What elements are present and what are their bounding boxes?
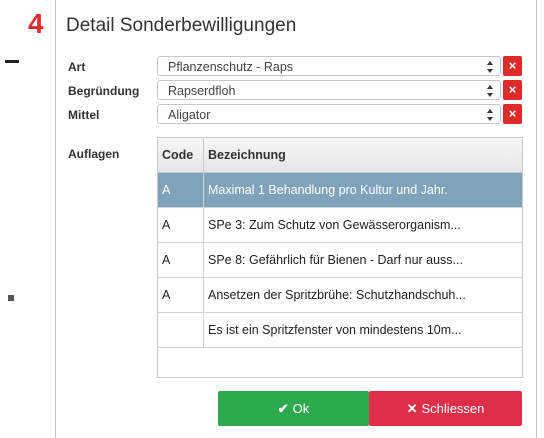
mittel-select[interactable]: Aligator xyxy=(157,104,501,124)
row-bezeichnung: Es ist ein Spritzfenster von mindestens … xyxy=(208,323,462,337)
art-label: Art xyxy=(68,60,86,74)
column-header-code[interactable]: Code xyxy=(158,138,204,172)
art-row: Art Pflanzenschutz - Raps × xyxy=(56,56,536,78)
mittel-clear-button[interactable]: × xyxy=(503,104,522,124)
row-code: A xyxy=(158,278,204,312)
row-bezeichnung: Ansetzen der Spritzbrühe: Schutzhandschu… xyxy=(208,288,466,302)
art-clear-button[interactable]: × xyxy=(503,56,522,76)
art-select[interactable]: Pflanzenschutz - Raps xyxy=(157,56,501,76)
sort-arrows-icon xyxy=(487,85,493,97)
row-bezeichnung: SPe 8: Gefährlich für Bienen - Darf nur … xyxy=(208,253,463,267)
begruendung-value: Rapserdfloh xyxy=(168,84,236,98)
column-header-bezeichnung[interactable]: Bezeichnung xyxy=(204,138,522,172)
row-code xyxy=(158,313,204,347)
sort-arrows-icon xyxy=(487,109,493,121)
close-button-label: Schliessen xyxy=(421,401,485,416)
begruendung-clear-button[interactable]: × xyxy=(503,80,522,100)
table-row[interactable]: A SPe 3: Zum Schutz von Gewässerorganism… xyxy=(158,208,522,243)
art-value: Pflanzenschutz - Raps xyxy=(168,60,294,74)
begruendung-row: Begründung Rapserdfloh × xyxy=(56,80,536,102)
row-bezeichnung: Maximal 1 Behandlung pro Kultur und Jahr… xyxy=(208,183,448,197)
dialog-title: Detail Sonderbewilligungen xyxy=(66,15,297,36)
step-number: 4 xyxy=(28,8,44,39)
table-row[interactable]: A Ansetzen der Spritzbrühe: Schutzhandsc… xyxy=(158,278,522,313)
row-code: A xyxy=(158,243,204,277)
row-code: A xyxy=(158,173,204,207)
auflagen-label: Auflagen xyxy=(68,147,120,161)
detail-dialog: Detail Sonderbewilligungen Art Pflanzens… xyxy=(55,0,537,438)
table-row[interactable]: A SPe 8: Gefährlich für Bienen - Darf nu… xyxy=(158,243,522,278)
row-bezeichnung: SPe 3: Zum Schutz von Gewässerorganism..… xyxy=(208,218,461,232)
close-icon: ✕ xyxy=(406,401,418,416)
background-fragment xyxy=(8,295,14,301)
mittel-label: Mittel xyxy=(68,108,100,122)
check-icon: ✔ xyxy=(277,401,289,416)
row-code: A xyxy=(158,208,204,242)
table-row[interactable]: A Maximal 1 Behandlung pro Kultur und Ja… xyxy=(158,173,522,208)
begruendung-label: Begründung xyxy=(68,84,140,98)
grid-header: Code Bezeichnung xyxy=(158,138,522,173)
background-fragment xyxy=(5,60,19,63)
mittel-value: Aligator xyxy=(168,108,211,122)
ok-button[interactable]: ✔ Ok xyxy=(218,391,369,426)
sort-arrows-icon xyxy=(487,61,493,73)
mittel-row: Mittel Aligator × xyxy=(56,104,536,126)
table-row[interactable]: Es ist ein Spritzfenster von mindestens … xyxy=(158,313,522,348)
close-button[interactable]: ✕ Schliessen xyxy=(369,391,522,426)
ok-button-label: Ok xyxy=(292,401,310,416)
begruendung-select[interactable]: Rapserdfloh xyxy=(157,80,501,100)
auflagen-grid: Code Bezeichnung A Maximal 1 Behandlung … xyxy=(157,137,523,378)
